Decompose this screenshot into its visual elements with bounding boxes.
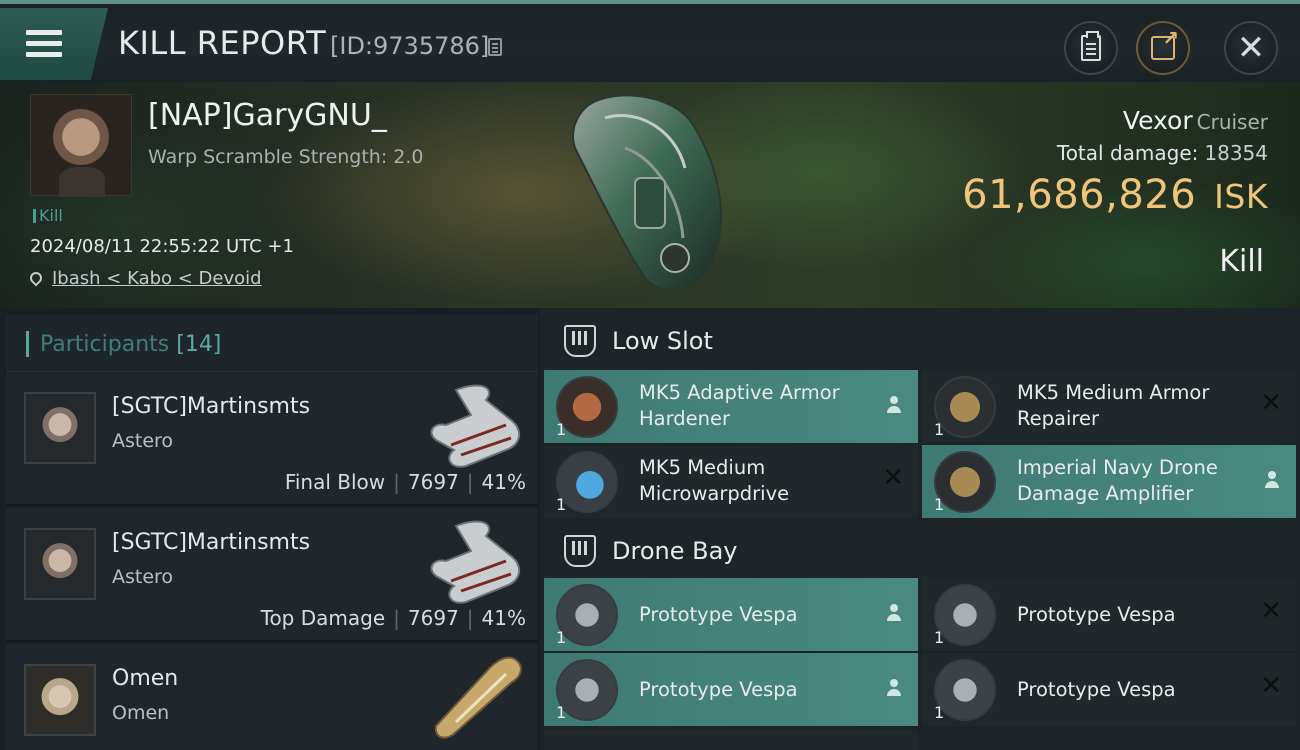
module-quantity: 1: [556, 420, 567, 439]
drone-slot[interactable]: [544, 730, 918, 750]
share-icon: [1151, 26, 1179, 60]
module-slot[interactable]: 1 MK5 Adaptive Armor Hardener: [544, 370, 918, 443]
participant-ship: Astero: [112, 566, 174, 588]
participant-ship: Omen: [112, 702, 170, 724]
module-name: MK5 Adaptive Armor Hardener: [639, 381, 840, 430]
drone-quantity: 1: [934, 703, 945, 722]
participant-ship: Astero: [112, 430, 174, 452]
participants-label: Participants: [40, 332, 170, 357]
page-title: KILL REPORT: [118, 24, 327, 62]
fitting-panel: Low Slot 1 MK5 Adaptive Armor Hardener 1…: [540, 308, 1300, 750]
victim-avatar[interactable]: [30, 94, 132, 197]
module-slot[interactable]: 1 MK5 Medium Microwarpdrive ✕: [544, 445, 918, 518]
top-bar: KILL REPORT [ID:9735786] ✕: [0, 0, 1300, 82]
module-slot[interactable]: 1 MK5 Medium Armor Repairer ✕: [922, 370, 1296, 443]
location-pin-icon: [27, 269, 45, 287]
total-damage: Total damage: 18354: [1056, 141, 1268, 165]
warp-scramble-strength: Warp Scramble Strength: 2.0: [148, 146, 424, 168]
x-icon: ✕: [1260, 671, 1282, 701]
low-slot-header: Low Slot: [544, 310, 1300, 370]
report-id: [ID:9735786]: [330, 32, 490, 60]
module-quantity: 1: [556, 495, 567, 514]
isk-value: 61,686,826 ISK: [962, 172, 1268, 218]
drone-name: Prototype Vespa: [639, 678, 798, 701]
participant-ship-image: [434, 656, 522, 739]
avatar[interactable]: [24, 664, 96, 736]
user-icon: [886, 679, 902, 697]
victim-ship-image[interactable]: [565, 88, 740, 298]
participant-name: [SGTC]Martinsmts: [112, 530, 311, 555]
module-quantity: 1: [934, 420, 945, 439]
close-button[interactable]: ✕: [1224, 21, 1278, 75]
drone-slot[interactable]: 1 Prototype Vespa: [544, 578, 918, 651]
participant-stats: Final Blow | 7697 | 41%: [284, 470, 526, 494]
user-icon: [886, 604, 902, 622]
x-icon: ✕: [1260, 388, 1282, 418]
user-icon: [886, 396, 902, 414]
kill-result: Kill: [1219, 244, 1264, 279]
x-icon: ✕: [1260, 596, 1282, 626]
participants-count: [14]: [176, 332, 222, 357]
participant-row[interactable]: [SGTC]Martinsmts Astero Top Damage | 7697 |…: [6, 508, 538, 642]
module-slot[interactable]: 1 Imperial Navy Drone Damage Amplifier: [922, 445, 1296, 518]
participant-row[interactable]: [SGTC]Martinsmts Astero Final Blow | 7697 |…: [6, 372, 538, 506]
module-name: MK5 Medium Microwarpdrive: [639, 456, 790, 505]
participants-header[interactable]: Participants [14]: [6, 314, 538, 372]
drone-quantity: 1: [556, 703, 567, 722]
drone-slot[interactable]: 1 Prototype Vespa ✕: [922, 578, 1296, 651]
x-icon: ✕: [882, 463, 904, 493]
menu-icon: [26, 30, 62, 58]
module-name: MK5 Medium Armor Repairer: [1017, 381, 1210, 430]
kill-tag: Kill: [33, 206, 63, 225]
participant-name: [SGTC]Martinsmts: [112, 394, 311, 419]
participant-ship-image: [430, 384, 521, 468]
module-name: Imperial Navy Drone Damage Amplifier: [1017, 456, 1218, 505]
avatar[interactable]: [24, 392, 96, 464]
clipboard-icon: [1081, 31, 1101, 61]
section-title: Low Slot: [612, 327, 713, 355]
drone-name: Prototype Vespa: [1017, 678, 1176, 701]
module-quantity: 1: [934, 495, 945, 514]
kill-location: Ibash < Kabo < Devoid: [27, 268, 262, 289]
drone-name: Prototype Vespa: [639, 603, 798, 626]
participant-row[interactable]: Omen Omen: [6, 644, 538, 750]
shield-icon: [564, 325, 596, 357]
victim-ship-name[interactable]: Vexor Cruiser: [1123, 106, 1268, 135]
drone-quantity: 1: [556, 628, 567, 647]
drone-slot[interactable]: 1 Prototype Vespa: [544, 653, 918, 726]
drone-quantity: 1: [934, 628, 945, 647]
copy-icon[interactable]: [488, 38, 502, 56]
drone-name: Prototype Vespa: [1017, 603, 1176, 626]
participants-panel: Participants [14] [SGTC]Martinsmts Aster…: [0, 308, 540, 750]
share-button[interactable]: [1136, 21, 1190, 75]
drone-bay-header: Drone Bay: [544, 520, 1300, 580]
drone-slot[interactable]: 1 Prototype Vespa ✕: [922, 653, 1296, 726]
participant-name: Omen: [112, 666, 179, 691]
kill-timestamp: 2024/08/11 22:55:22 UTC +1: [30, 236, 294, 257]
participant-stats: Top Damage | 7697 | 41%: [260, 606, 526, 630]
menu-button[interactable]: [0, 8, 108, 80]
shield-icon: [564, 535, 596, 567]
avatar[interactable]: [24, 528, 96, 600]
victim-name[interactable]: [NAP]GaryGNU_: [148, 98, 387, 133]
location-link[interactable]: Ibash < Kabo < Devoid: [52, 268, 262, 289]
close-icon: ✕: [1236, 28, 1266, 68]
clipboard-button[interactable]: [1064, 21, 1118, 75]
participant-ship-image: [430, 520, 521, 604]
user-icon: [1264, 471, 1280, 489]
section-title: Drone Bay: [612, 537, 738, 565]
